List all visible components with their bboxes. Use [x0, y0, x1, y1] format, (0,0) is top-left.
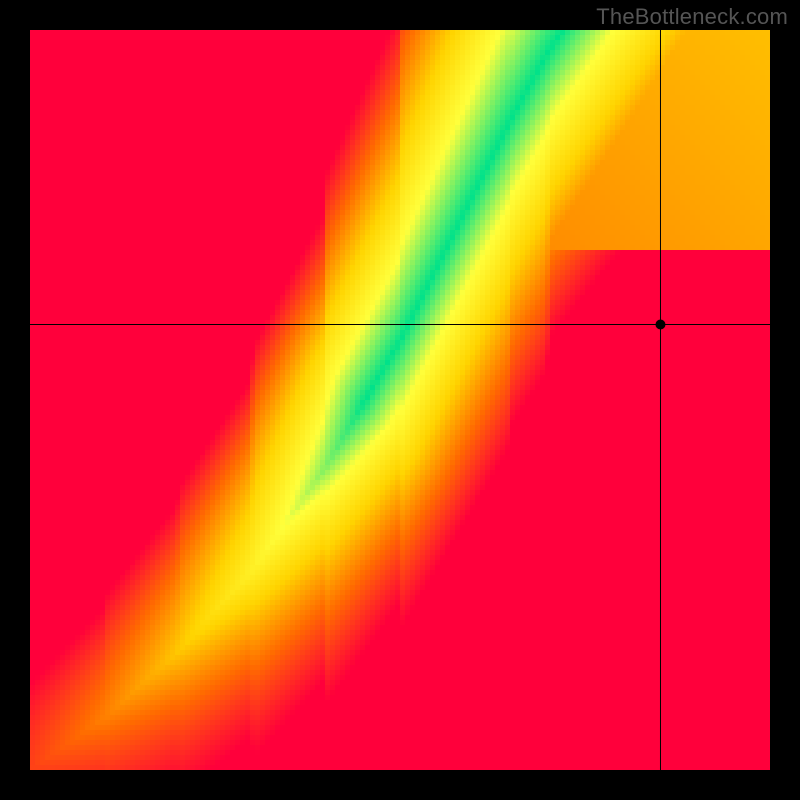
brand-watermark: TheBottleneck.com: [596, 4, 788, 30]
heatmap-plot: [30, 30, 770, 770]
figure-root: TheBottleneck.com: [0, 0, 800, 800]
heatmap-canvas: [30, 30, 770, 770]
